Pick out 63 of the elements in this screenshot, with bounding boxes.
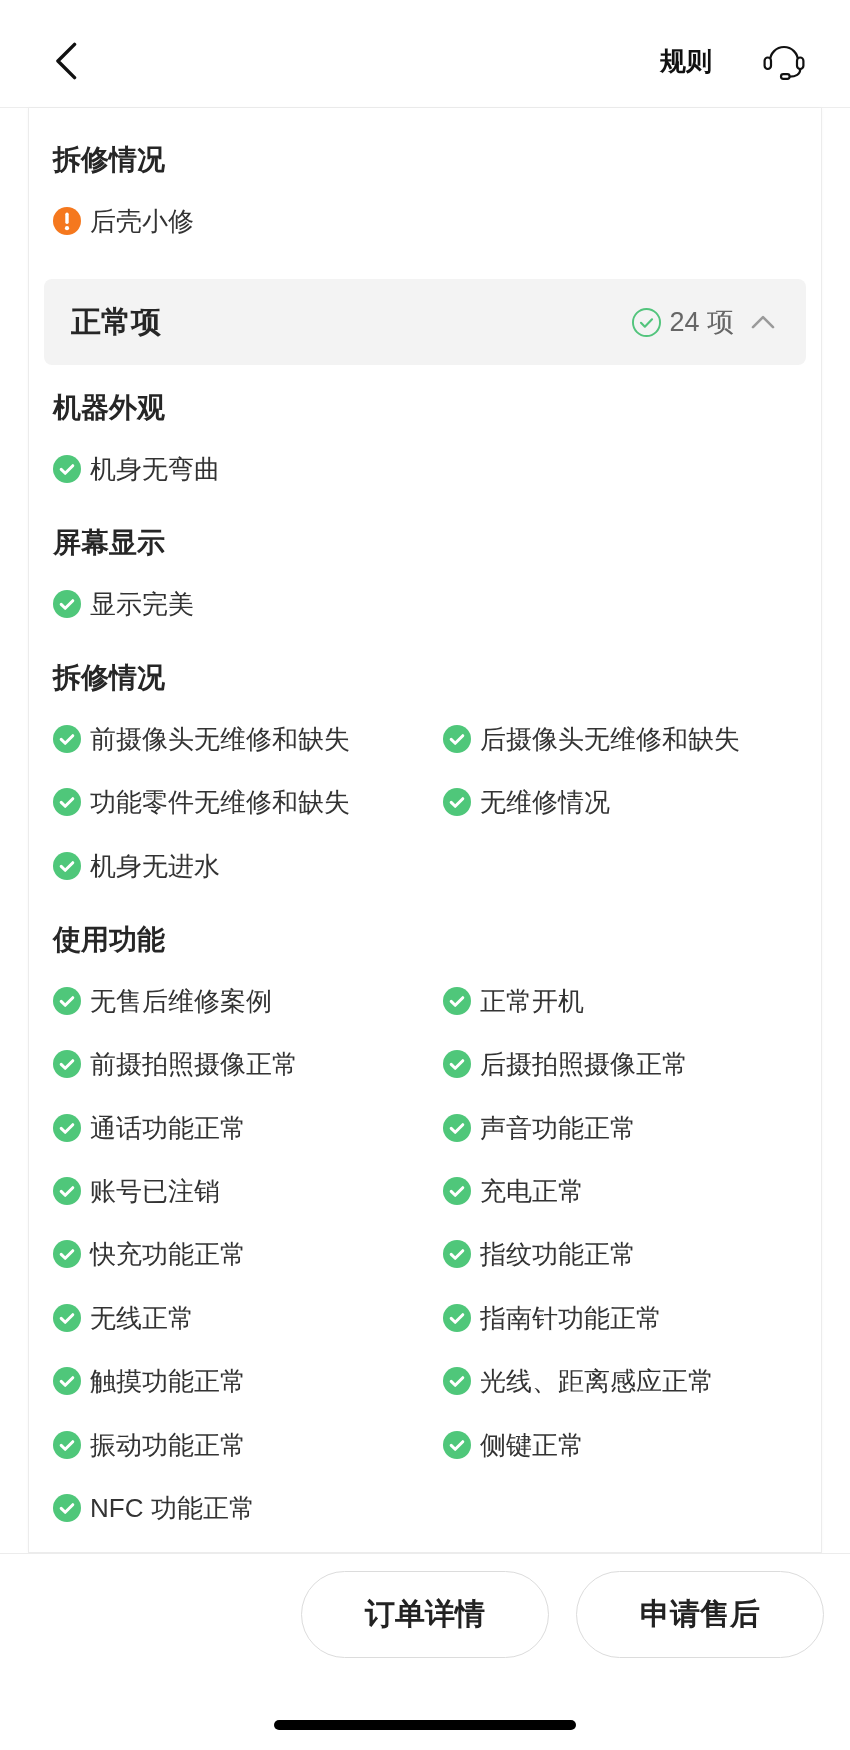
check-icon [53, 788, 81, 817]
check-icon [443, 1430, 471, 1459]
item-label: 正常开机 [480, 984, 584, 1018]
item-label: 机身无弯曲 [90, 453, 220, 486]
check-icon [53, 590, 81, 618]
check-icon [443, 725, 471, 753]
check-icon [53, 1303, 81, 1332]
check-icon [53, 1176, 81, 1205]
item-label: 声音功能正常 [480, 1111, 636, 1145]
check-icon [53, 1050, 81, 1079]
check-icon [443, 1240, 471, 1269]
check-icon [53, 725, 81, 753]
item-label: 侧键正常 [480, 1428, 584, 1462]
check-icon [443, 1303, 471, 1332]
item-label: 后摄像头无维修和缺失 [480, 723, 740, 756]
item-label: 无售后维修案例 [90, 984, 272, 1018]
item-label: 触摸功能正常 [90, 1365, 246, 1399]
after-sales-button[interactable]: 申请售后 [576, 1571, 824, 1658]
section-heading: 拆修情况 [53, 143, 166, 177]
check-icon [443, 788, 471, 817]
check-icon [53, 1430, 81, 1459]
rules-link[interactable]: 规则 [660, 43, 712, 78]
item-label: 振动功能正常 [90, 1428, 246, 1462]
check-circle-icon [632, 307, 662, 337]
section-heading: 拆修情况 [53, 661, 166, 695]
check-icon [53, 1367, 81, 1396]
item-label: 前摄像头无维修和缺失 [90, 723, 350, 756]
check-icon [443, 1176, 471, 1205]
item-label: 后摄拍照摄像正常 [480, 1048, 688, 1082]
item-label: 账号已注销 [90, 1174, 220, 1208]
item-label: 机身无进水 [90, 849, 220, 883]
warning-icon [53, 207, 81, 235]
summary-title: 正常项 [71, 304, 161, 340]
item-label: 指纹功能正常 [480, 1238, 636, 1272]
item-count: 24 项 [669, 306, 734, 339]
check-icon [443, 1367, 471, 1396]
item-label: NFC 功能正常 [90, 1491, 255, 1525]
check-icon [53, 1493, 81, 1522]
section-heading: 屏幕显示 [53, 526, 166, 560]
item-label: 无线正常 [90, 1301, 194, 1335]
check-icon [53, 1113, 81, 1142]
section-heading: 使用功能 [53, 922, 166, 957]
item-label: 充电正常 [480, 1174, 584, 1208]
check-icon [443, 986, 471, 1015]
order-details-button[interactable]: 订单详情 [301, 1571, 549, 1658]
check-icon [53, 1240, 81, 1269]
item-label: 指南针功能正常 [480, 1301, 662, 1335]
item-label: 功能零件无维修和缺失 [90, 786, 350, 820]
check-icon [443, 1113, 471, 1142]
item-label: 通话功能正常 [90, 1111, 246, 1145]
item-label: 快充功能正常 [90, 1238, 246, 1272]
check-icon [53, 455, 81, 483]
section-heading: 机器外观 [53, 391, 166, 425]
item-label: 无维修情况 [480, 786, 610, 820]
item-label: 显示完美 [90, 588, 194, 621]
check-icon [53, 986, 81, 1015]
check-icon [443, 1050, 471, 1079]
check-icon [53, 851, 81, 880]
item-label: 后壳小修 [90, 205, 194, 238]
item-label: 光线、距离感应正常 [480, 1365, 714, 1399]
chevron-up-icon[interactable] [751, 315, 775, 329]
back-icon[interactable] [54, 41, 78, 80]
item-label: 前摄拍照摄像正常 [90, 1048, 298, 1082]
